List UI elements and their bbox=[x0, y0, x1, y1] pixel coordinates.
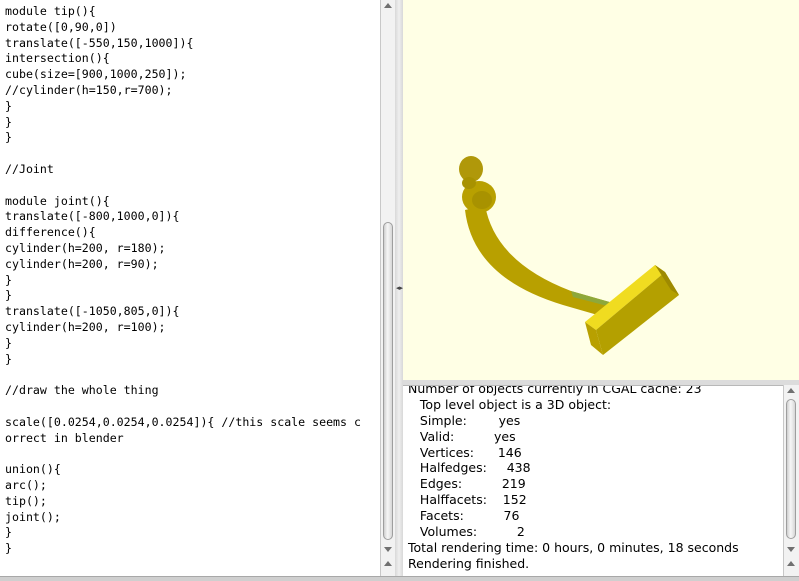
scroll-up-arrow-icon[interactable] bbox=[787, 388, 795, 393]
code-editor[interactable]: module tip(){rotate([0,90,0]) translate([… bbox=[0, 0, 380, 576]
code-line[interactable]: cylinder(h=200, r=90); bbox=[5, 257, 361, 273]
console-line: Facets: 76 bbox=[408, 508, 520, 524]
bottom-scrollbar-strip[interactable] bbox=[0, 576, 799, 581]
scroll-up-arrow-icon[interactable] bbox=[384, 3, 392, 8]
code-line[interactable] bbox=[5, 178, 361, 194]
model-render bbox=[459, 156, 679, 355]
console-line: Vertices: 146 bbox=[408, 444, 522, 460]
console-line: Halfedges: 438 bbox=[408, 460, 531, 476]
editor-scrollbar[interactable] bbox=[380, 0, 395, 576]
console-line: Top level object is a 3D object: bbox=[408, 396, 612, 412]
code-line[interactable]: cube(size=[900,1000,250]); bbox=[5, 67, 361, 83]
code-text[interactable]: module tip(){rotate([0,90,0]) translate([… bbox=[5, 4, 361, 557]
console-line: Halffacets: 152 bbox=[408, 492, 527, 508]
console-line: Edges: 219 bbox=[408, 476, 526, 492]
splitter-grip-icon[interactable]: ◂▸ bbox=[396, 284, 403, 292]
console-output[interactable]: Number of objects currently in CGAL cach… bbox=[403, 385, 783, 576]
vertical-splitter[interactable]: ◂▸ bbox=[395, 0, 403, 581]
code-line[interactable]: } bbox=[5, 115, 361, 131]
code-line[interactable]: } bbox=[5, 130, 361, 146]
3d-viewport[interactable] bbox=[403, 0, 799, 380]
code-line[interactable]: module joint(){ bbox=[5, 194, 361, 210]
code-line[interactable]: arc(); bbox=[5, 478, 361, 494]
code-line[interactable]: } bbox=[5, 336, 361, 352]
code-line[interactable]: intersection(){ bbox=[5, 51, 361, 67]
code-line[interactable]: tip(); bbox=[5, 494, 361, 510]
code-line[interactable] bbox=[5, 367, 361, 383]
console-line: Valid: yes bbox=[408, 428, 516, 444]
joint-ring-shade bbox=[472, 191, 492, 209]
code-line[interactable]: cylinder(h=200, r=180); bbox=[5, 241, 361, 257]
code-line[interactable]: rotate([0,90,0]) bbox=[5, 20, 361, 36]
code-line[interactable]: } bbox=[5, 541, 361, 557]
code-line[interactable]: translate([-800,1000,0]){ bbox=[5, 209, 361, 225]
joint-neck bbox=[462, 177, 476, 189]
console-scrollbar-thumb[interactable] bbox=[786, 399, 796, 539]
scroll-down-arrow-icon[interactable] bbox=[787, 547, 795, 552]
code-line[interactable]: //draw the whole thing bbox=[5, 383, 361, 399]
console-text: Number of objects currently in CGAL cach… bbox=[408, 385, 739, 572]
code-line[interactable]: //Joint bbox=[5, 162, 361, 178]
code-line[interactable]: joint(); bbox=[5, 510, 361, 526]
code-line[interactable]: scale([0.0254,0.0254,0.0254]){ //this sc… bbox=[5, 415, 361, 431]
code-line[interactable] bbox=[5, 146, 361, 162]
console-line: Total rendering time: 0 hours, 0 minutes… bbox=[408, 539, 739, 555]
code-line[interactable]: translate([-550,150,1000]){ bbox=[5, 36, 361, 52]
code-line[interactable] bbox=[5, 446, 361, 462]
code-line[interactable]: union(){ bbox=[5, 462, 361, 478]
scroll-up-arrow-icon[interactable] bbox=[384, 561, 392, 566]
code-line[interactable] bbox=[5, 399, 361, 415]
console-line: Number of objects currently in CGAL cach… bbox=[408, 385, 702, 396]
console-scrollbar[interactable] bbox=[783, 385, 799, 576]
code-line[interactable]: } bbox=[5, 288, 361, 304]
scroll-up-arrow-icon[interactable] bbox=[787, 561, 795, 566]
code-line[interactable]: } bbox=[5, 99, 361, 115]
code-line[interactable]: difference(){ bbox=[5, 225, 361, 241]
code-line[interactable]: translate([-1050,805,0]){ bbox=[5, 304, 361, 320]
editor-scrollbar-thumb[interactable] bbox=[383, 222, 393, 540]
code-line[interactable]: } bbox=[5, 525, 361, 541]
scroll-down-arrow-icon[interactable] bbox=[384, 547, 392, 552]
code-line[interactable]: } bbox=[5, 352, 361, 368]
code-line[interactable]: orrect in blender bbox=[5, 431, 361, 447]
console-line: Volumes: 2 bbox=[408, 524, 525, 540]
console-line: Simple: yes bbox=[408, 412, 521, 428]
code-line[interactable]: cylinder(h=200, r=100); bbox=[5, 320, 361, 336]
code-line[interactable]: } bbox=[5, 273, 361, 289]
code-line[interactable]: module tip(){ bbox=[5, 4, 361, 20]
console-line: Rendering finished. bbox=[408, 555, 530, 571]
code-line[interactable]: //cylinder(h=150,r=700); bbox=[5, 83, 361, 99]
